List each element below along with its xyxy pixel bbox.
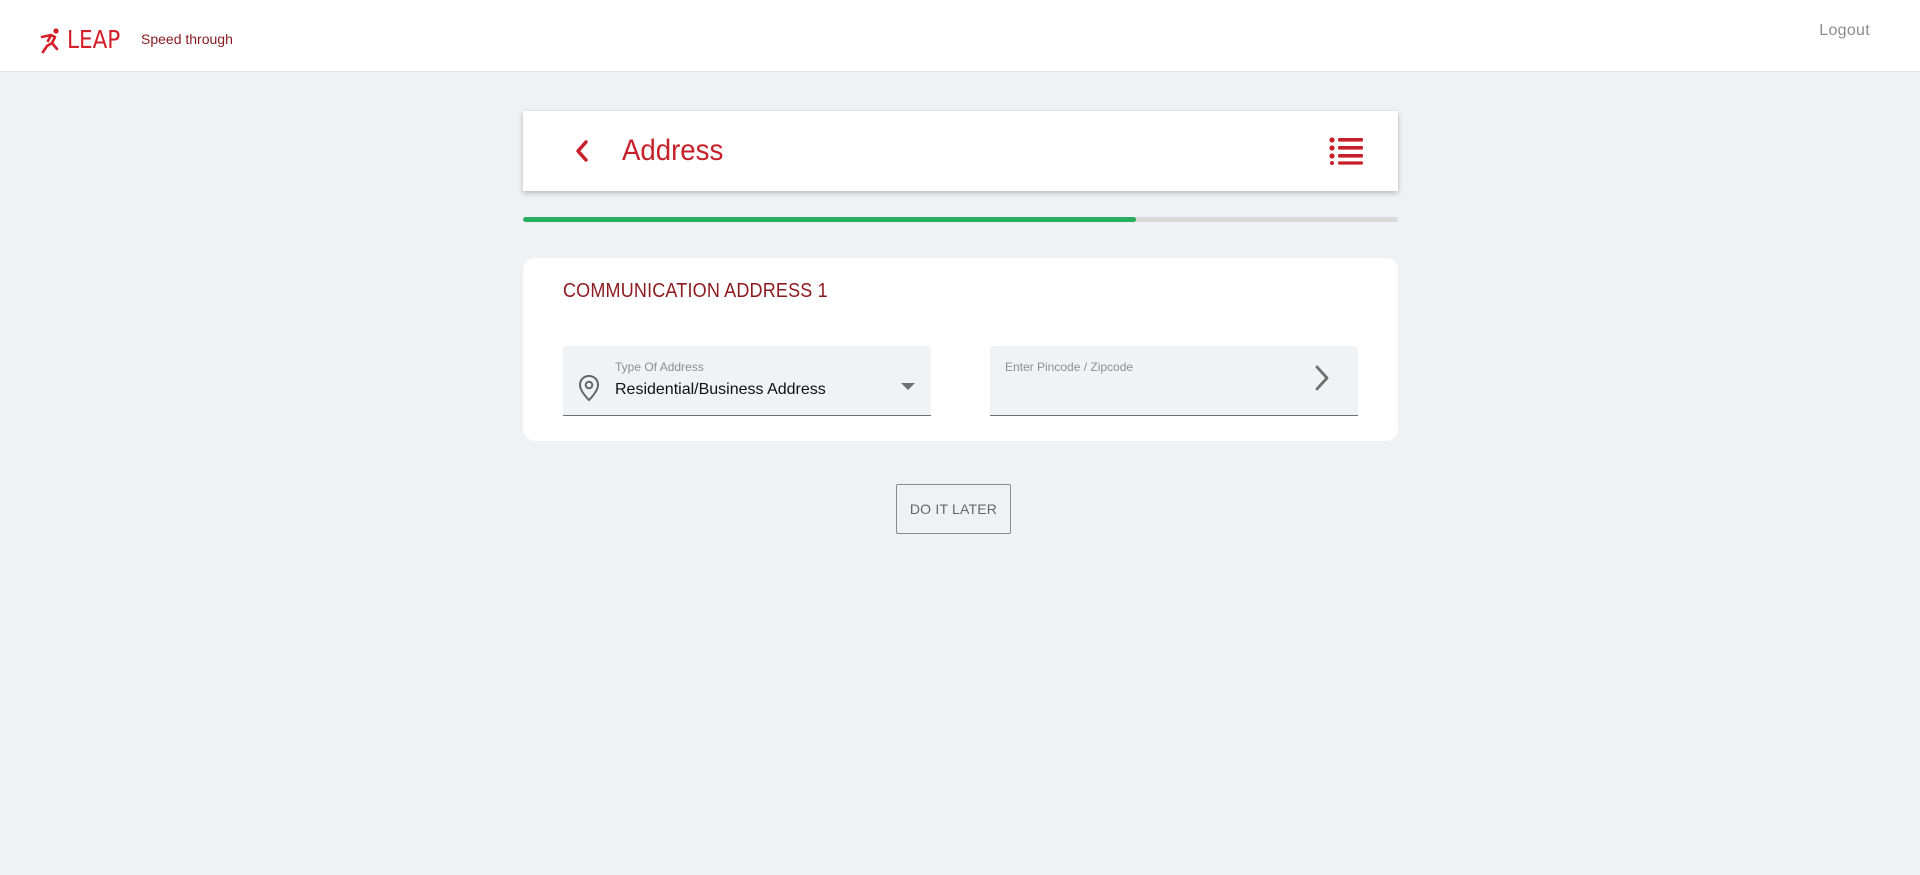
back-button[interactable] [562, 131, 602, 171]
address-type-value: Residential/Business Address [615, 381, 826, 398]
menu-button[interactable] [1326, 131, 1366, 171]
pincode-next-button[interactable] [1310, 360, 1334, 396]
pincode-field[interactable]: Enter Pincode / Zipcode [990, 346, 1358, 416]
brand-tagline: Speed through [141, 31, 233, 47]
page-header: Address [523, 111, 1398, 191]
address-type-label: Type Of Address [615, 360, 704, 374]
list-menu-icon [1329, 137, 1363, 165]
do-it-later-button[interactable]: DO IT LATER [896, 484, 1011, 534]
pincode-label: Enter Pincode / Zipcode [1005, 360, 1134, 374]
progress-bar [523, 217, 1398, 222]
pincode-input[interactable] [1005, 378, 1305, 406]
location-pin-icon [578, 374, 600, 402]
address-section-card: COMMUNICATION ADDRESS 1 Type Of Address … [523, 258, 1398, 441]
top-bar: LEAP Speed through Logout [0, 0, 1920, 72]
caret-down-icon[interactable] [901, 383, 915, 390]
page-title: Address [622, 134, 724, 167]
address-type-select[interactable]: Type Of Address Residential/Business Add… [563, 346, 931, 416]
running-man-icon [40, 28, 59, 54]
brand-logo[interactable]: LEAP [39, 24, 129, 56]
progress-fill [523, 217, 1136, 222]
logout-link[interactable]: Logout [1819, 22, 1870, 40]
section-title: COMMUNICATION ADDRESS 1 [563, 280, 828, 302]
brand-name: LEAP [67, 25, 121, 54]
chevron-left-icon [576, 140, 588, 162]
chevron-right-icon [1315, 365, 1329, 391]
